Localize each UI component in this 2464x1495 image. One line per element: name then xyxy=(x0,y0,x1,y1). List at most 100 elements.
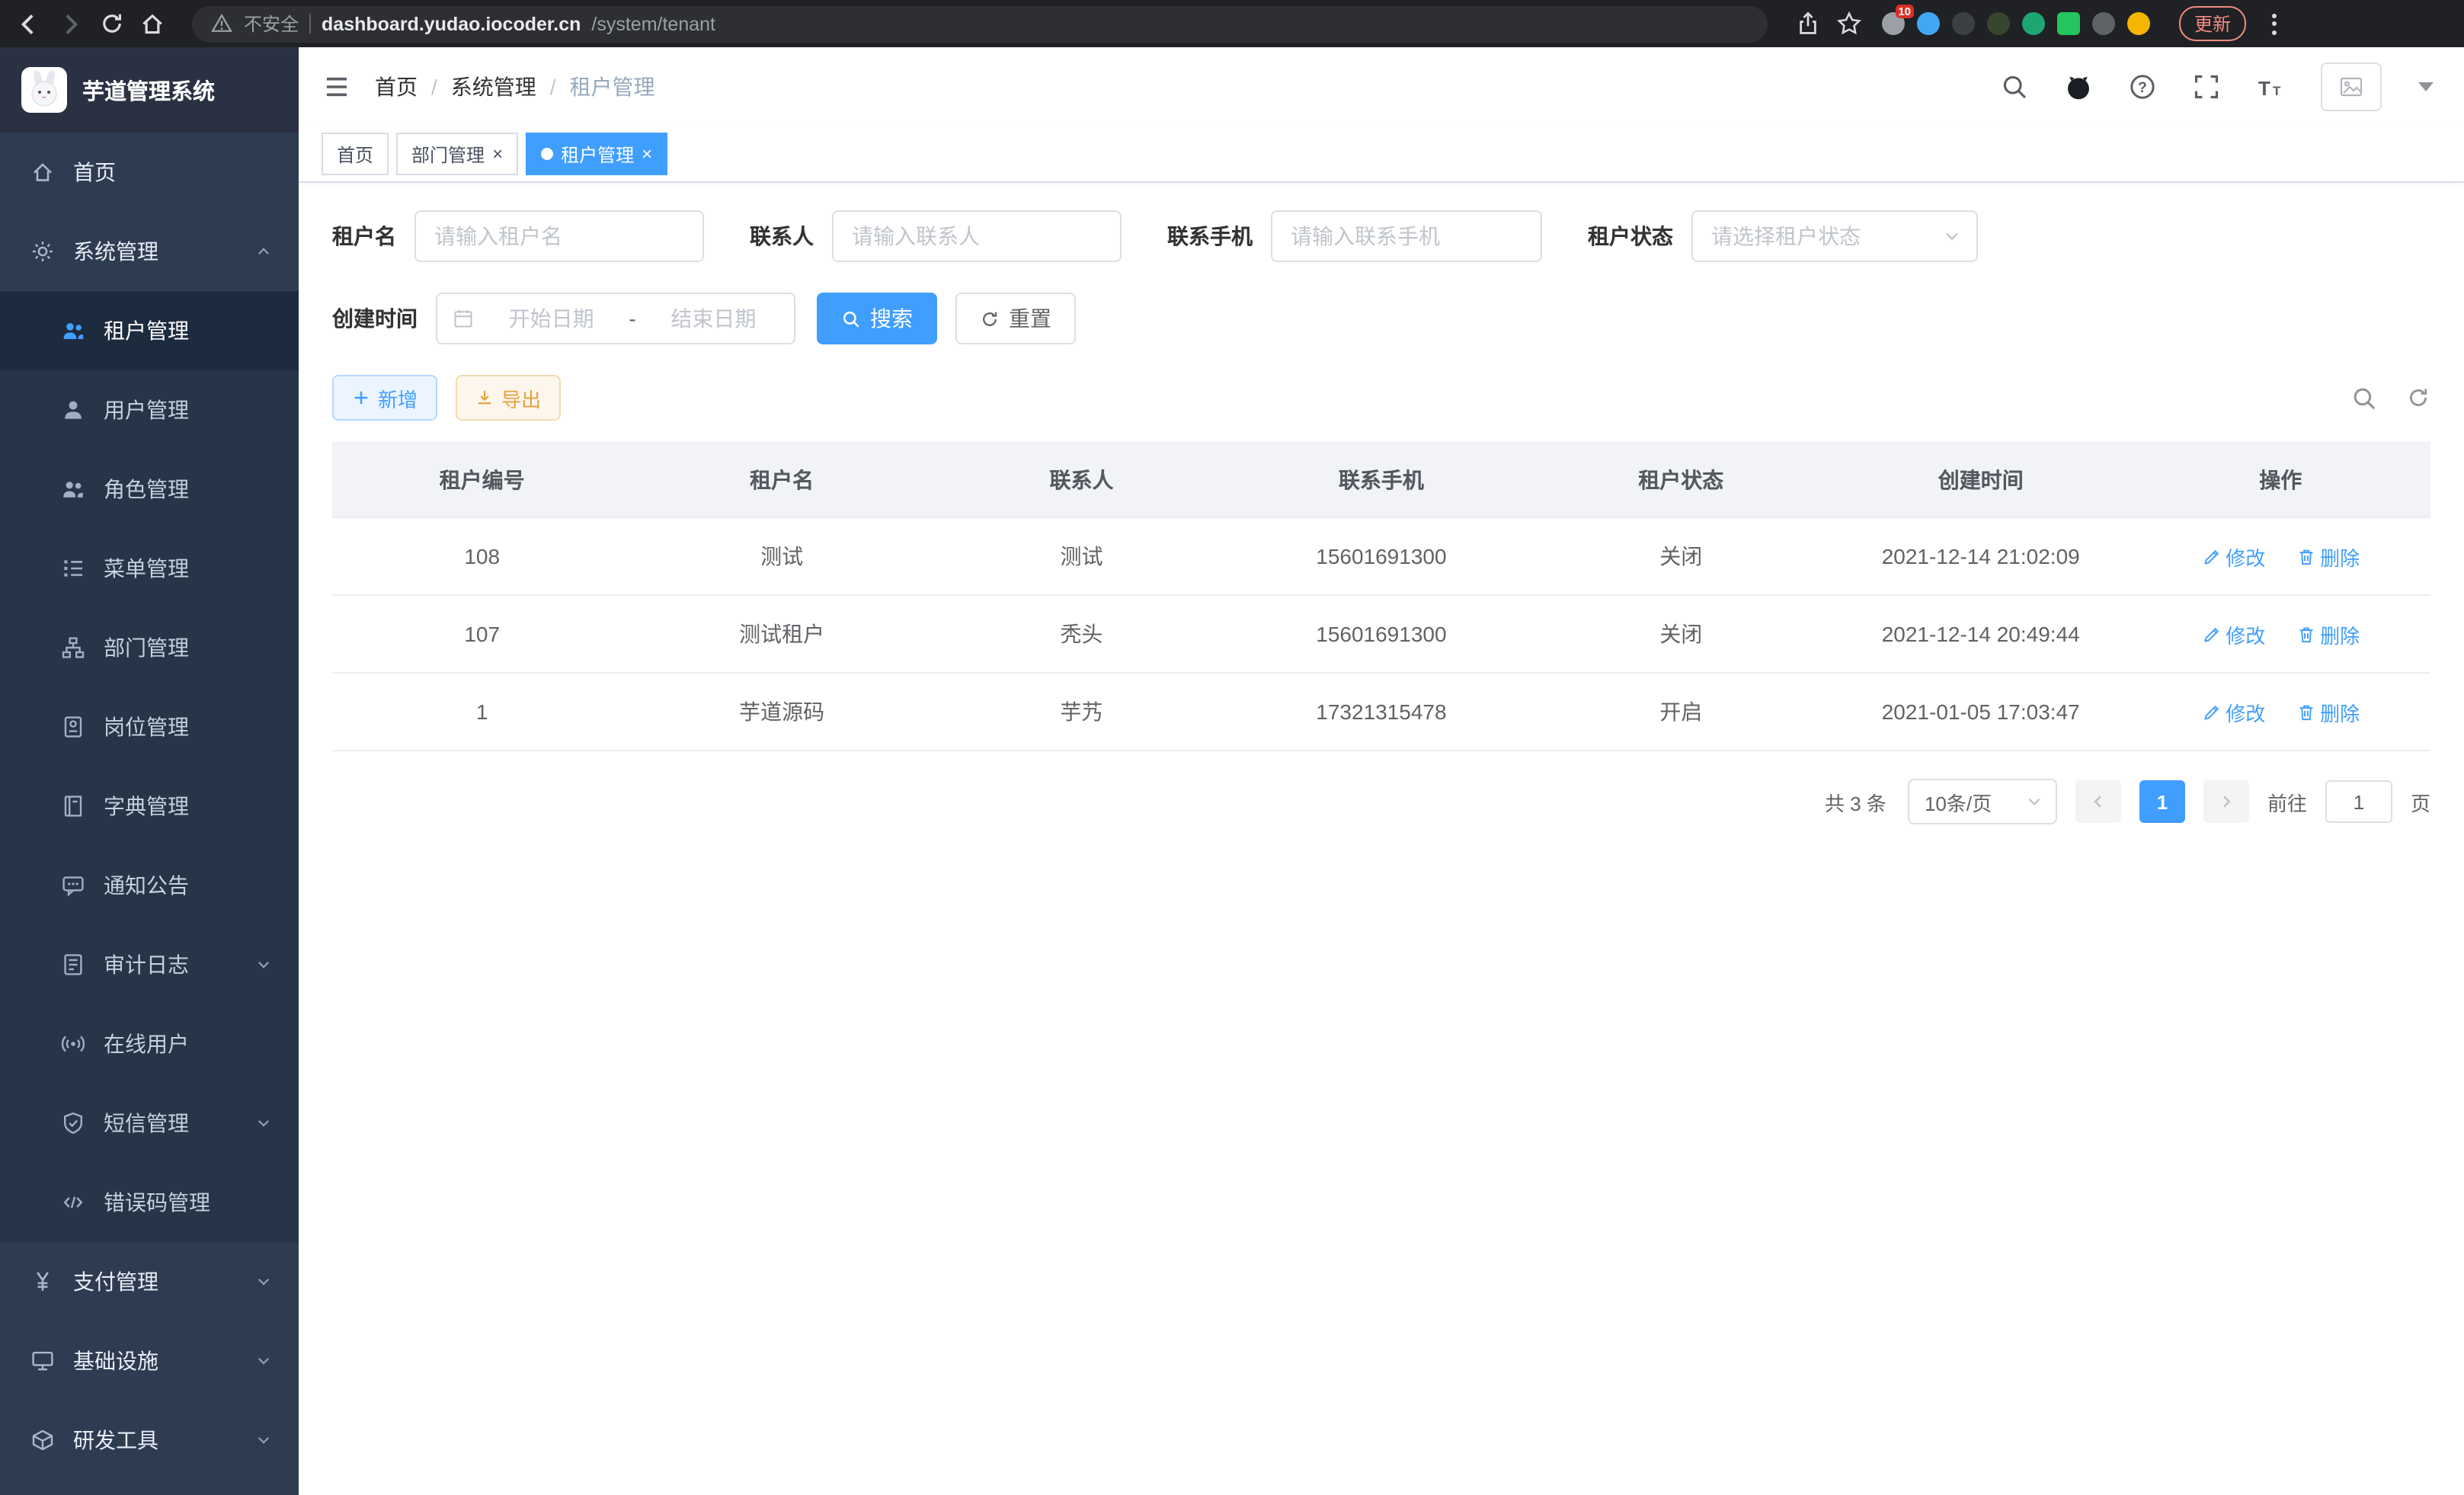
date-range-picker[interactable]: 开始日期 - 结束日期 xyxy=(436,293,795,344)
breadcrumb-system[interactable]: 系统管理 xyxy=(451,72,536,102)
menu-tree-icon xyxy=(61,556,85,581)
sidebar-item-user[interactable]: 用户管理 xyxy=(0,370,299,450)
page-size-select[interactable]: 10条/页 xyxy=(1908,779,2057,824)
shield-icon xyxy=(61,1111,85,1135)
extension-icon[interactable] xyxy=(2092,12,2115,35)
prev-page-button[interactable] xyxy=(2075,780,2121,823)
sidebar-item-notice[interactable]: 通知公告 xyxy=(0,846,299,925)
pencil-icon xyxy=(2201,546,2221,566)
table-search-toggle-icon[interactable] xyxy=(2351,385,2377,411)
font-size-icon[interactable]: TT xyxy=(2257,73,2284,101)
extension-icon[interactable]: 10 xyxy=(1882,12,1905,35)
breadcrumb-home[interactable]: 首页 xyxy=(375,72,418,102)
extension-icon[interactable] xyxy=(1987,12,2010,35)
bookmark-star-icon[interactable] xyxy=(1835,10,1862,37)
extension-icon[interactable] xyxy=(2057,12,2080,35)
close-icon[interactable]: × xyxy=(492,145,503,163)
tab-dept[interactable]: 部门管理 × xyxy=(396,133,518,175)
goto-page-input[interactable] xyxy=(2325,780,2392,823)
sidebar-item-infra[interactable]: 基础设施 xyxy=(0,1321,299,1401)
hamburger-icon[interactable] xyxy=(323,73,350,101)
sidebar-item-errorcode[interactable]: 错误码管理 xyxy=(0,1163,299,1242)
avatar[interactable] xyxy=(2321,62,2382,111)
security-label[interactable]: 不安全 xyxy=(244,11,299,37)
pencil-icon xyxy=(2201,702,2221,722)
reset-button[interactable]: 重置 xyxy=(955,293,1076,344)
extension-icon[interactable] xyxy=(1952,12,1975,35)
sidebar-item-label: 基础设施 xyxy=(73,1346,158,1376)
sidebar-item-dict[interactable]: 字典管理 xyxy=(0,767,299,846)
logo-rabbit-icon xyxy=(21,67,67,113)
trash-icon xyxy=(2296,702,2315,722)
share-icon[interactable] xyxy=(1794,10,1821,37)
reload-icon[interactable] xyxy=(98,10,125,37)
delete-link-label: 删除 xyxy=(2320,542,2360,571)
delete-link-label: 删除 xyxy=(2320,619,2360,648)
address-bar[interactable]: 不安全 dashboard.yudao.iocoder.cn/system/te… xyxy=(192,5,1768,42)
gear-icon xyxy=(30,239,55,264)
application-window: 不安全 dashboard.yudao.iocoder.cn/system/te… xyxy=(0,0,2464,1495)
export-button[interactable]: 导出 xyxy=(456,375,561,421)
help-icon[interactable]: ? xyxy=(2129,73,2156,101)
delete-link[interactable]: 删除 xyxy=(2296,542,2360,571)
sidebar-item-post[interactable]: 岗位管理 xyxy=(0,687,299,767)
contact-input[interactable] xyxy=(832,210,1122,262)
browser-menu-icon[interactable] xyxy=(2272,13,2278,34)
fullscreen-icon[interactable] xyxy=(2193,73,2220,101)
sidebar-item-dept[interactable]: 部门管理 xyxy=(0,608,299,687)
app-logo[interactable]: 芋道管理系统 xyxy=(0,47,299,133)
search-icon[interactable] xyxy=(2001,73,2028,101)
delete-link[interactable]: 删除 xyxy=(2296,619,2360,648)
caret-down-icon[interactable] xyxy=(2418,82,2434,91)
tab-home[interactable]: 首页 xyxy=(322,133,389,175)
next-page-button[interactable] xyxy=(2203,780,2249,823)
forward-icon[interactable] xyxy=(56,10,84,37)
signal-icon xyxy=(61,1032,85,1056)
extension-icon[interactable] xyxy=(2022,12,2045,35)
chevron-down-icon xyxy=(256,1116,271,1131)
tab-tenant[interactable]: 租户管理 × xyxy=(526,133,667,175)
sidebar-item-label: 菜单管理 xyxy=(104,553,189,584)
search-button[interactable]: 搜索 xyxy=(817,293,937,344)
sidebar-item-online[interactable]: 在线用户 xyxy=(0,1004,299,1084)
status-select[interactable]: 请选择租户状态 xyxy=(1691,210,1978,262)
column-header: 租户名 xyxy=(632,443,931,517)
extension-icon[interactable] xyxy=(1917,12,1940,35)
github-icon[interactable] xyxy=(2065,73,2092,101)
sidebar-item-auditlog[interactable]: 审计日志 xyxy=(0,925,299,1004)
browser-update-button[interactable]: 更新 xyxy=(2179,6,2246,41)
cell-status: 关闭 xyxy=(1531,595,1831,673)
edit-link[interactable]: 修改 xyxy=(2201,697,2265,726)
cell-phone: 17321315478 xyxy=(1231,673,1531,751)
contact-label: 联系人 xyxy=(750,221,814,251)
edit-link[interactable]: 修改 xyxy=(2201,542,2265,571)
table-refresh-icon[interactable] xyxy=(2405,385,2430,411)
sidebar-item-payment[interactable]: 支付管理 xyxy=(0,1242,299,1321)
add-button[interactable]: 新增 xyxy=(332,375,437,421)
delete-link[interactable]: 删除 xyxy=(2296,697,2360,726)
tags-view: 首页 部门管理 × 租户管理 × xyxy=(299,126,2464,183)
sidebar-item-system[interactable]: 系统管理 xyxy=(0,212,299,291)
sidebar-item-tenant[interactable]: 租户管理 xyxy=(0,291,299,370)
status-label: 租户状态 xyxy=(1588,221,1673,251)
pagination-total: 共 3 条 xyxy=(1825,787,1886,816)
back-icon[interactable] xyxy=(15,10,43,37)
log-icon xyxy=(61,952,85,977)
table-row: 107 测试租户 秃头 15601691300 关闭 2021-12-14 20… xyxy=(332,595,2430,673)
sidebar-item-menu[interactable]: 菜单管理 xyxy=(0,529,299,608)
sidebar-item-home[interactable]: 首页 xyxy=(0,133,299,212)
sidebar-item-label: 部门管理 xyxy=(104,632,189,663)
sidebar-item-sms[interactable]: 短信管理 xyxy=(0,1084,299,1163)
tenant-name-input[interactable] xyxy=(414,210,704,262)
svg-text:T: T xyxy=(2273,83,2281,98)
sidebar-item-devtools[interactable]: 研发工具 xyxy=(0,1401,299,1480)
cell-created-time: 2021-01-05 17:03:47 xyxy=(1831,673,2130,751)
cell-phone: 15601691300 xyxy=(1231,517,1531,595)
phone-input[interactable] xyxy=(1271,210,1542,262)
edit-link[interactable]: 修改 xyxy=(2201,619,2265,648)
browser-home-icon[interactable] xyxy=(139,10,166,37)
sidebar-item-role[interactable]: 角色管理 xyxy=(0,450,299,529)
close-icon[interactable]: × xyxy=(642,145,652,163)
page-number-button[interactable]: 1 xyxy=(2139,780,2185,823)
extension-icon[interactable] xyxy=(2127,12,2150,35)
